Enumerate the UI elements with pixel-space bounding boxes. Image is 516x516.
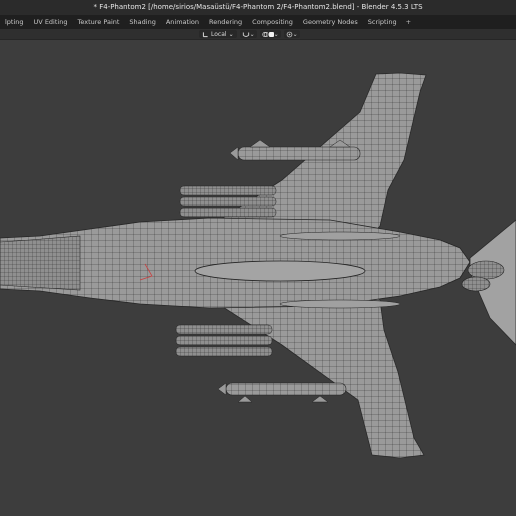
tab-rendering[interactable]: Rendering (204, 15, 247, 29)
snapping-toggle[interactable]: ⌄ (239, 30, 257, 38)
chevron-down-icon: ⌄ (292, 30, 298, 38)
magnet-icon (242, 32, 249, 37)
bomb-rack-upper (179, 185, 277, 218)
viewport-header-tools: Local ⌄ ⌄ ⌄ ⌄ (199, 29, 300, 39)
wing-pylon-upper (279, 231, 401, 241)
tab-animation[interactable]: Animation (161, 15, 204, 29)
tab-compositing[interactable]: Compositing (247, 15, 298, 29)
window-title: * F4-Phantom2 [/home/sirios/Masaüstü/F4-… (93, 3, 423, 11)
tab-uv-editing[interactable]: UV Editing (29, 15, 73, 29)
transform-orientation-icon (202, 31, 208, 37)
tab-geometry-nodes[interactable]: Geometry Nodes (298, 15, 363, 29)
add-workspace-button[interactable]: + (402, 18, 415, 26)
missile-upper (229, 139, 361, 161)
viewport-header: Local ⌄ ⌄ ⌄ ⌄ (0, 29, 516, 40)
proportional-dot-icon (286, 31, 292, 37)
transform-orientation-dropdown[interactable]: Local ⌄ (199, 30, 237, 38)
missile-lower (217, 382, 347, 403)
tab-shading[interactable]: Shading (124, 15, 160, 29)
aircraft-model (0, 72, 516, 459)
engine-nozzle-upper (467, 260, 505, 280)
3d-viewport[interactable] (0, 40, 516, 516)
overlays-toggle[interactable]: ⌄ (259, 30, 281, 38)
tab-sculpting[interactable]: lpting (0, 15, 29, 29)
window-title-bar: * F4-Phantom2 [/home/sirios/Masaüstü/F4-… (0, 0, 516, 15)
centerline-fuel-tank (194, 260, 366, 282)
workspace-tab-bar: lpting UV Editing Texture Paint Shading … (0, 15, 516, 29)
transform-orientation-label: Local (211, 30, 227, 38)
chevron-down-icon: ⌄ (273, 30, 279, 38)
overlay-circles-icon (261, 31, 269, 37)
bomb-rack-lower (175, 324, 273, 357)
chevron-down-icon: ⌄ (249, 30, 255, 38)
lower-wing (210, 291, 425, 459)
tab-scripting[interactable]: Scripting (363, 15, 402, 29)
chevron-down-icon: ⌄ (228, 30, 234, 38)
nose-section (0, 235, 81, 291)
proportional-editing-toggle[interactable]: ⌄ (283, 30, 300, 38)
tab-texture-paint[interactable]: Texture Paint (72, 15, 124, 29)
engine-nozzle-lower (461, 276, 491, 292)
wing-pylon-lower (279, 299, 401, 309)
